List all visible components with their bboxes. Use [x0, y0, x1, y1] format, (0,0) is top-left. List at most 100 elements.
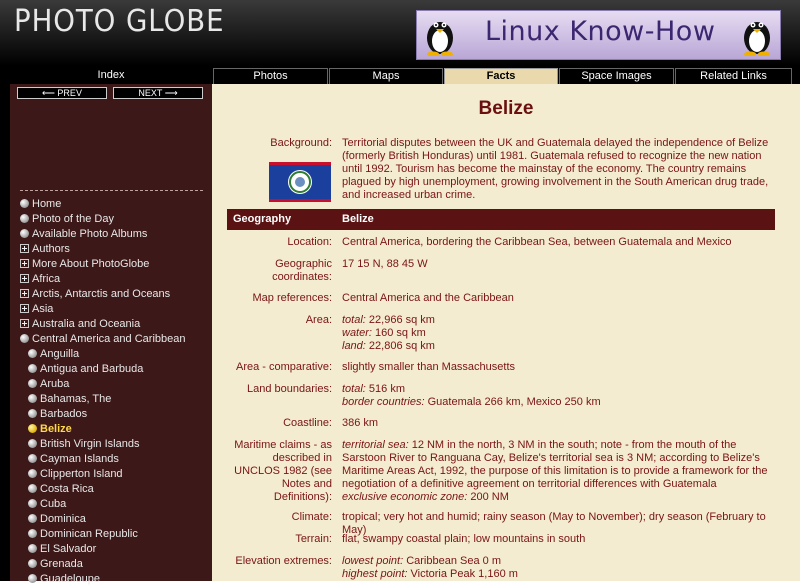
- sidebar-item-label: More About PhotoGlobe: [32, 258, 150, 270]
- expand-plus-icon[interactable]: [20, 274, 29, 283]
- sidebar-item[interactable]: Bahamas, The: [20, 392, 185, 407]
- fact-key: lowest point:: [342, 555, 404, 567]
- sidebar-item-label: British Virgin Islands: [40, 438, 140, 450]
- bullet-icon: [28, 499, 37, 508]
- fact-value-text: 200 NM: [467, 491, 509, 503]
- sidebar-item[interactable]: Photo of the Day: [20, 212, 185, 227]
- sidebar-item-label: Dominican Republic: [40, 528, 138, 540]
- fact-value: lowest point: Caribbean Sea 0 m highest …: [342, 555, 782, 581]
- index-label[interactable]: Index: [10, 69, 212, 81]
- sidebar-item[interactable]: Home: [20, 197, 185, 212]
- sidebar-item-label: Anguilla: [40, 348, 80, 360]
- sidebar-item[interactable]: Dominica: [20, 512, 185, 527]
- fact-label: Area:: [305, 314, 332, 326]
- sidebar-item[interactable]: Grenada: [20, 557, 185, 572]
- fact-key: water:: [342, 327, 372, 339]
- bullet-icon: [28, 559, 37, 568]
- sidebar-item[interactable]: Barbados: [20, 407, 185, 422]
- fact-value-text: Guatemala 266 km, Mexico 250 km: [424, 396, 601, 408]
- prev-button[interactable]: ⟵ PREV: [17, 87, 107, 99]
- tab-space-images[interactable]: Space Images: [559, 68, 674, 84]
- sidebar-item[interactable]: Anguilla: [20, 347, 185, 362]
- tab-maps[interactable]: Maps: [329, 68, 443, 84]
- sidebar-item[interactable]: El Salvador: [20, 542, 185, 557]
- fact-value: 386 km: [342, 417, 379, 429]
- page-title: Belize: [478, 98, 534, 119]
- next-button[interactable]: NEXT ⟶: [113, 87, 203, 99]
- sidebar-item[interactable]: British Virgin Islands: [20, 437, 185, 452]
- sidebar: ⟵ PREV NEXT ⟶ Home Photo of the Day Availa…: [10, 84, 212, 585]
- sidebar-item[interactable]: Cayman Islands: [20, 452, 185, 467]
- bullet-icon: [28, 469, 37, 478]
- expand-plus-icon[interactable]: [20, 319, 29, 328]
- tab-photos[interactable]: Photos: [213, 68, 328, 84]
- site-header: PHOTO GLOBE Linux Know-How: [0, 0, 800, 66]
- fact-label: Area - comparative:: [236, 361, 332, 373]
- bullet-icon: [28, 454, 37, 463]
- sidebar-item[interactable]: Costa Rica: [20, 482, 185, 497]
- fact-key: territorial sea:: [342, 439, 409, 451]
- facts-content: Belize Background: Territorial disputes …: [212, 84, 800, 581]
- sidebar-nav: Home Photo of the Day Available Photo Albu…: [20, 197, 185, 587]
- section-header-geography: Geography Belize: [227, 209, 775, 230]
- sidebar-item[interactable]: Aruba: [20, 377, 185, 392]
- sidebar-item-label: Authors: [32, 243, 70, 255]
- sidebar-item[interactable]: Belize: [20, 422, 185, 437]
- sidebar-item-label: Barbados: [40, 408, 88, 420]
- linux-know-how-banner[interactable]: Linux Know-How: [416, 10, 781, 60]
- sidebar-item-label: Australia and Oceania: [32, 318, 141, 330]
- sidebar-item[interactable]: Available Photo Albums: [20, 227, 185, 242]
- fact-key: total:: [342, 383, 366, 395]
- fact-value: total: 516 km border countries: Guatemal…: [342, 383, 782, 409]
- fact-value-text: 22,806 sq km: [365, 340, 435, 352]
- sidebar-item[interactable]: Arctis, Antarctis and Oceans: [20, 287, 185, 302]
- sidebar-item-label: Central America and Caribbean: [32, 333, 186, 345]
- fact-label: Terrain:: [295, 533, 332, 545]
- fact-label: Maritime claims - as described in UNCLOS…: [234, 439, 332, 503]
- sidebar-item[interactable]: More About PhotoGlobe: [20, 257, 185, 272]
- sidebar-item-label: Asia: [32, 303, 54, 315]
- sidebar-item[interactable]: Cuba: [20, 497, 185, 512]
- fact-value: Central America and the Caribbean: [342, 292, 514, 304]
- sidebar-item[interactable]: Australia and Oceania: [20, 317, 185, 332]
- sidebar-item-label: Africa: [32, 273, 61, 285]
- bullet-icon: [20, 199, 29, 208]
- sidebar-item[interactable]: Antigua and Barbuda: [20, 362, 185, 377]
- background-text: Territorial disputes between the UK and …: [342, 137, 769, 201]
- sidebar-item[interactable]: Africa: [20, 272, 185, 287]
- bullet-icon: [20, 229, 29, 238]
- sidebar-item[interactable]: Guadeloupe: [20, 572, 185, 587]
- section-value: Belize: [342, 213, 374, 225]
- tux-penguin-icon: [427, 22, 453, 56]
- bullet-icon: [28, 409, 37, 418]
- sidebar-item-label: Grenada: [40, 558, 83, 570]
- bullet-icon: [28, 514, 37, 523]
- tab-facts[interactable]: Facts: [444, 68, 558, 84]
- fact-label: Geographic coordinates:: [272, 258, 332, 283]
- bullet-icon: [28, 574, 37, 583]
- belize-flag-image: [269, 162, 331, 202]
- expand-plus-icon[interactable]: [20, 244, 29, 253]
- sidebar-item-label: Clipperton Island: [40, 468, 123, 480]
- fact-key: border countries:: [342, 396, 425, 408]
- sidebar-item[interactable]: Clipperton Island: [20, 467, 185, 482]
- expand-plus-icon[interactable]: [20, 304, 29, 313]
- fact-key: land:: [342, 340, 366, 352]
- tab-related-links[interactable]: Related Links: [675, 68, 792, 84]
- fact-label: Map references:: [252, 292, 332, 304]
- sidebar-item[interactable]: Central America and Caribbean: [20, 332, 185, 347]
- sidebar-item[interactable]: Asia: [20, 302, 185, 317]
- fact-label: Elevation extremes:: [235, 555, 332, 567]
- sidebar-item-label: Belize: [40, 423, 72, 435]
- expand-plus-icon[interactable]: [20, 289, 29, 298]
- sidebar-item[interactable]: Dominican Republic: [20, 527, 185, 542]
- bullet-icon: [28, 349, 37, 358]
- fact-key: highest point:: [342, 568, 408, 580]
- sidebar-item-label: Photo of the Day: [32, 213, 114, 225]
- background-label: Background:: [270, 137, 332, 149]
- sidebar-divider: [20, 190, 203, 191]
- site-logo[interactable]: PHOTO GLOBE: [14, 4, 224, 39]
- sidebar-item[interactable]: Authors: [20, 242, 185, 257]
- expand-plus-icon[interactable]: [20, 259, 29, 268]
- sidebar-item-label: Dominica: [40, 513, 86, 525]
